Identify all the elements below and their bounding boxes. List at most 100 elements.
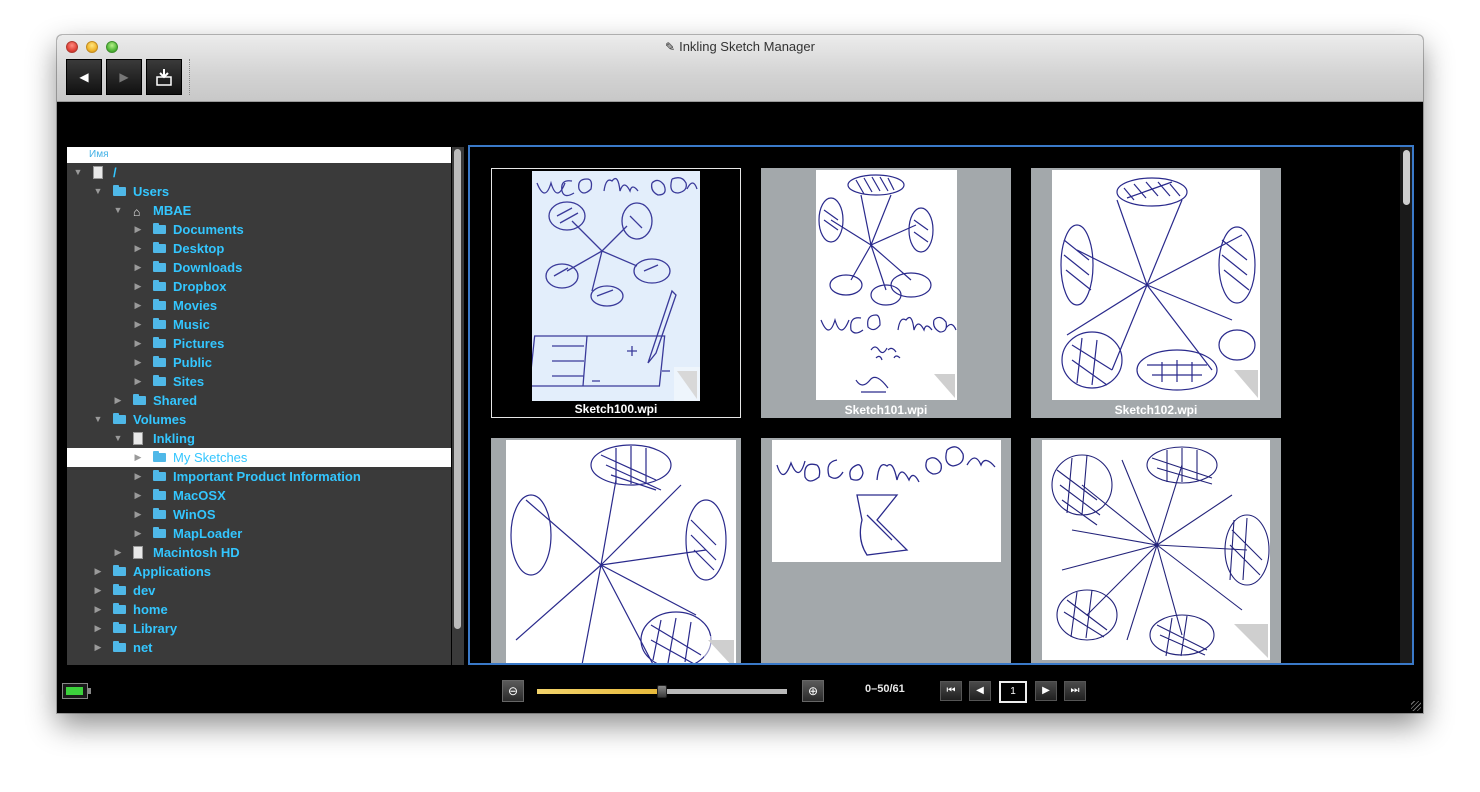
disclosure-expanded-icon[interactable]: ▼ <box>113 429 123 448</box>
disclosure-collapsed-icon[interactable]: ▶ <box>133 239 143 258</box>
disclosure-collapsed-icon[interactable]: ▶ <box>133 277 143 296</box>
tree-item[interactable]: ▼ Volumes <box>67 410 451 429</box>
disclosure-collapsed-icon[interactable]: ▶ <box>133 467 143 486</box>
tree-item[interactable]: ▶ Shared <box>67 391 451 410</box>
disclosure-expanded-icon[interactable]: ▼ <box>73 163 83 182</box>
tree-item[interactable]: ▶ WinOS <box>67 505 451 524</box>
tree-item[interactable]: ▶ My Sketches <box>67 448 451 467</box>
page-number-input[interactable]: 1 <box>999 681 1027 703</box>
tree-item-label: Volumes <box>133 412 187 427</box>
disclosure-collapsed-icon[interactable]: ▶ <box>93 619 103 638</box>
tree-item[interactable]: ▶ Dropbox <box>67 277 451 296</box>
sketch-drawing <box>532 177 700 401</box>
status-bar: ⊖ ⊕ 0–50/61 ⏮ ◀ 1 ▶ ⏭ <box>57 670 1423 713</box>
tree-item[interactable]: ▶ Movies <box>67 296 451 315</box>
disclosure-collapsed-icon[interactable]: ▶ <box>133 448 143 467</box>
disclosure-collapsed-icon[interactable]: ▶ <box>133 220 143 239</box>
disclosure-collapsed-icon[interactable]: ▶ <box>133 524 143 543</box>
export-button[interactable] <box>146 59 182 95</box>
disclosure-collapsed-icon[interactable]: ▶ <box>93 638 103 657</box>
sketch-thumbnail[interactable] <box>761 438 1011 663</box>
sketch-drawing <box>1060 177 1260 400</box>
tree-item-label: WinOS <box>173 507 216 522</box>
disclosure-collapsed-icon[interactable]: ▶ <box>113 391 123 410</box>
folder-icon <box>153 527 166 538</box>
back-button[interactable]: ◀ <box>66 59 102 95</box>
forward-button[interactable]: ▶ <box>106 59 142 95</box>
tree-item[interactable]: ▶ dev <box>67 581 451 600</box>
tree-item-label: Users <box>133 184 170 199</box>
sketch-thumbnail[interactable]: Sketch100.wpi <box>491 168 741 418</box>
tree-item[interactable]: ▼ ⌂ MBAE <box>67 201 451 220</box>
tree-item[interactable]: ▼ Inkling <box>67 429 451 448</box>
tree-item[interactable]: ▶ Downloads <box>67 258 451 277</box>
tree-item[interactable]: ▶ Public <box>67 353 451 372</box>
tree-item-label: Applications <box>133 564 212 579</box>
sketch-thumbnail[interactable] <box>1031 438 1281 663</box>
zoom-out-button[interactable]: ⊖ <box>502 680 524 702</box>
tree-item[interactable]: ▶ Library <box>67 619 451 638</box>
disclosure-collapsed-icon[interactable]: ▶ <box>133 353 143 372</box>
zoom-slider-handle[interactable] <box>657 685 667 698</box>
disclosure-collapsed-icon[interactable]: ▶ <box>133 315 143 334</box>
disclosure-collapsed-icon[interactable]: ▶ <box>113 543 123 562</box>
prev-page-button[interactable]: ◀ <box>969 681 991 701</box>
zoom-slider[interactable] <box>537 685 787 698</box>
resize-grip[interactable] <box>1411 701 1421 711</box>
tree-item-label: Sites <box>173 374 205 389</box>
disclosure-collapsed-icon[interactable]: ▶ <box>133 334 143 353</box>
sketch-thumbnail[interactable]: Sketch101.wpi <box>761 168 1011 418</box>
tree-item-label: Downloads <box>173 260 243 275</box>
disclosure-collapsed-icon[interactable]: ▶ <box>133 372 143 391</box>
disclosure-collapsed-icon[interactable]: ▶ <box>133 296 143 315</box>
disclosure-collapsed-icon[interactable]: ▶ <box>133 486 143 505</box>
tree-item[interactable]: ▼ / <box>67 163 451 182</box>
tree-scrollbar[interactable] <box>452 147 464 665</box>
tree-item-label: MapLoader <box>173 526 243 541</box>
tree-item[interactable]: ▶ Sites <box>67 372 451 391</box>
folder-tree[interactable]: Имя ▼ / ▼ Users ▼ ⌂ MBAE ▶ Documents ▶ Desktop ▶ Dow… <box>67 147 451 665</box>
tree-item[interactable]: ▶ home <box>67 600 451 619</box>
tree-item[interactable]: ▶ net <box>67 638 451 657</box>
disclosure-collapsed-icon[interactable]: ▶ <box>93 600 103 619</box>
disclosure-collapsed-icon[interactable]: ▶ <box>93 581 103 600</box>
tree-item[interactable]: ▼ Users <box>67 182 451 201</box>
tree-item[interactable]: ▶ MacOSX <box>67 486 451 505</box>
tree-item-label: Important Product Information <box>173 469 361 484</box>
sketch-thumbnail[interactable]: Sketch102.wpi <box>1031 168 1281 418</box>
tree-item[interactable]: ▶ MapLoader <box>67 524 451 543</box>
tree-item[interactable]: ▶ Desktop <box>67 239 451 258</box>
tree-item[interactable]: ▶ Important Product Information <box>67 467 451 486</box>
disclosure-collapsed-icon[interactable]: ▶ <box>133 505 143 524</box>
last-page-button[interactable]: ⏭ <box>1064 681 1086 701</box>
tree-item[interactable]: ▶ Music <box>67 315 451 334</box>
tree-item[interactable]: ▶ Documents <box>67 220 451 239</box>
tree-item[interactable]: ▶ Pictures <box>67 334 451 353</box>
zoom-in-button[interactable]: ⊕ <box>802 680 824 702</box>
disclosure-collapsed-icon[interactable]: ▶ <box>93 562 103 581</box>
sketch-filename: Sketch102.wpi <box>1114 403 1198 417</box>
folder-icon <box>153 299 166 310</box>
tree-scroll-thumb[interactable] <box>454 149 461 629</box>
window-title-text: Inkling Sketch Manager <box>679 39 815 54</box>
gallery-scrollbar[interactable] <box>1400 147 1412 663</box>
disclosure-expanded-icon[interactable]: ▼ <box>113 201 123 220</box>
sketch-preview <box>1052 170 1260 400</box>
tree-item[interactable]: ▶ Applications <box>67 562 451 581</box>
folder-icon <box>153 451 166 462</box>
gallery-scroll-thumb[interactable] <box>1403 150 1410 205</box>
app-window: ✎ Inkling Sketch Manager ◀ ▶ Имя ▼ / ▼ Users… <box>57 35 1423 713</box>
sketch-thumbnail[interactable] <box>491 438 741 663</box>
next-page-button[interactable]: ▶ <box>1035 681 1057 701</box>
sketch-gallery[interactable]: Sketch100.wpi Sketch101.wpi Sketch102.wp… <box>468 145 1414 665</box>
tree-item-label: Public <box>173 355 213 370</box>
disclosure-expanded-icon[interactable]: ▼ <box>93 410 103 429</box>
disclosure-expanded-icon[interactable]: ▼ <box>93 182 103 201</box>
first-page-button[interactable]: ⏮ <box>940 681 962 701</box>
zoom-out-icon: ⊖ <box>507 684 519 698</box>
battery-icon <box>62 683 91 699</box>
disclosure-collapsed-icon[interactable]: ▶ <box>133 258 143 277</box>
tree-item[interactable]: ▶ Macintosh HD <box>67 543 451 562</box>
folder-icon <box>153 261 166 272</box>
tree-column-header[interactable]: Имя <box>67 147 451 163</box>
